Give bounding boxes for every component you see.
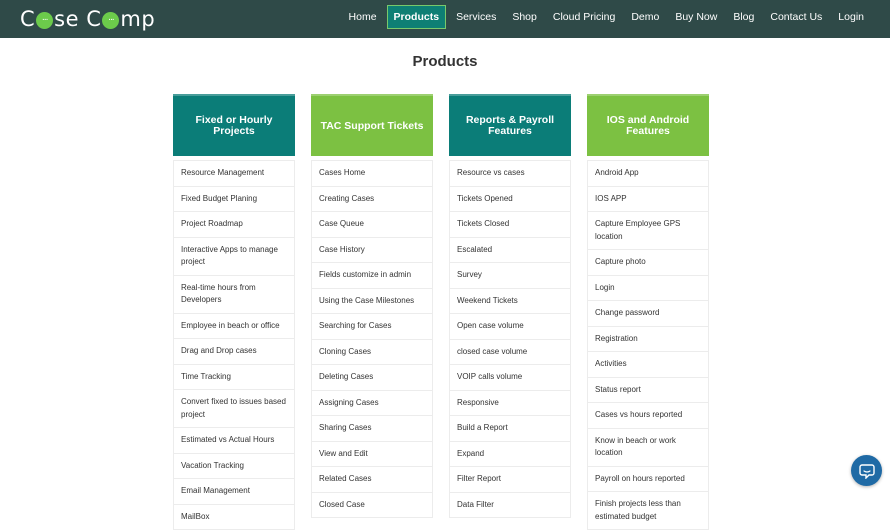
nav-item-demo[interactable]: Demo	[625, 6, 665, 28]
column-header[interactable]: Reports & Payroll Features	[449, 94, 571, 156]
feature-list: Android AppIOS APPCapture Employee GPS l…	[587, 160, 709, 530]
logo-text-middle: se C	[54, 7, 101, 31]
feature-item[interactable]: MailBox	[173, 505, 295, 530]
feature-item[interactable]: closed case volume	[449, 340, 571, 366]
column-header[interactable]: TAC Support Tickets	[311, 94, 433, 156]
nav-item-home[interactable]: Home	[343, 6, 383, 28]
feature-item[interactable]: Capture photo	[587, 250, 709, 276]
feature-item[interactable]: Registration	[587, 327, 709, 353]
column-header[interactable]: IOS and Android Features	[587, 94, 709, 156]
page-title: Products	[0, 53, 890, 70]
feature-item[interactable]: Android App	[587, 160, 709, 187]
feature-item[interactable]: Deleting Cases	[311, 365, 433, 391]
feature-item[interactable]: VOIP calls volume	[449, 365, 571, 391]
product-column: Reports & Payroll FeaturesResource vs ca…	[449, 94, 571, 530]
column-header[interactable]: Fixed or Hourly Projects	[173, 94, 295, 156]
feature-item[interactable]: Interactive Apps to manage project	[173, 238, 295, 276]
feature-list: Resource vs casesTickets OpenedTickets C…	[449, 160, 571, 518]
feature-item[interactable]: Assigning Cases	[311, 391, 433, 417]
feature-item[interactable]: Using the Case Milestones	[311, 289, 433, 315]
feature-item[interactable]: Cloning Cases	[311, 340, 433, 366]
feature-item[interactable]: Cases Home	[311, 160, 433, 187]
feature-item[interactable]: Build a Report	[449, 416, 571, 442]
feature-item[interactable]: Responsive	[449, 391, 571, 417]
nav-item-cloud-pricing[interactable]: Cloud Pricing	[547, 6, 621, 28]
logo-text-end: mp	[120, 7, 155, 31]
product-column: Fixed or Hourly ProjectsResource Managem…	[173, 94, 295, 530]
feature-item[interactable]: Cases vs hours reported	[587, 403, 709, 429]
feature-item[interactable]: Sharing Cases	[311, 416, 433, 442]
feature-item[interactable]: Fields customize in admin	[311, 263, 433, 289]
feature-item[interactable]: Activities	[587, 352, 709, 378]
nav-item-services[interactable]: Services	[450, 6, 502, 28]
feature-item[interactable]: Tickets Opened	[449, 187, 571, 213]
feature-item[interactable]: Expand	[449, 442, 571, 468]
feature-item[interactable]: Know in beach or work location	[587, 429, 709, 467]
product-column: IOS and Android FeaturesAndroid AppIOS A…	[587, 94, 709, 530]
feature-item[interactable]: Tickets Closed	[449, 212, 571, 238]
feature-item[interactable]: IOS APP	[587, 187, 709, 213]
feature-item[interactable]: Data Filter	[449, 493, 571, 519]
feature-item[interactable]: Weekend Tickets	[449, 289, 571, 315]
logo-bubble-icon: ...	[36, 12, 53, 29]
top-navbar: C ... se C ... mp HomeProductsServicesSh…	[0, 0, 890, 38]
nav-item-products[interactable]: Products	[387, 5, 447, 29]
nav-item-login[interactable]: Login	[832, 6, 870, 28]
chat-icon	[859, 463, 875, 479]
nav-item-shop[interactable]: Shop	[506, 6, 543, 28]
product-column: TAC Support TicketsCases HomeCreating Ca…	[311, 94, 433, 530]
feature-item[interactable]: Change password	[587, 301, 709, 327]
feature-item[interactable]: Survey	[449, 263, 571, 289]
feature-item[interactable]: Estimated vs Actual Hours	[173, 428, 295, 454]
feature-item[interactable]: Vacation Tracking	[173, 454, 295, 480]
feature-item[interactable]: View and Edit	[311, 442, 433, 468]
nav-item-buy-now[interactable]: Buy Now	[669, 6, 723, 28]
feature-item[interactable]: Convert fixed to issues based project	[173, 390, 295, 428]
feature-item[interactable]: Time Tracking	[173, 365, 295, 391]
feature-item[interactable]: Capture Employee GPS location	[587, 212, 709, 250]
feature-item[interactable]: Searching for Cases	[311, 314, 433, 340]
feature-item[interactable]: Escalated	[449, 238, 571, 264]
main-nav: HomeProductsServicesShopCloud PricingDem…	[339, 6, 870, 28]
feature-item[interactable]: Closed Case	[311, 493, 433, 519]
logo-bubble-icon: ...	[102, 12, 119, 29]
casecomp-logo[interactable]: C ... se C ... mp	[20, 6, 155, 32]
feature-item[interactable]: Resource Management	[173, 160, 295, 187]
nav-item-blog[interactable]: Blog	[727, 6, 760, 28]
feature-item[interactable]: Resource vs cases	[449, 160, 571, 187]
chat-button[interactable]	[851, 455, 882, 486]
feature-item[interactable]: Open case volume	[449, 314, 571, 340]
feature-item[interactable]: Real-time hours from Developers	[173, 276, 295, 314]
feature-item[interactable]: Payroll on hours reported	[587, 467, 709, 493]
feature-item[interactable]: Project Roadmap	[173, 212, 295, 238]
feature-item[interactable]: Login	[587, 276, 709, 302]
feature-item[interactable]: Finish projects less than estimated budg…	[587, 492, 709, 530]
feature-item[interactable]: Related Cases	[311, 467, 433, 493]
feature-item[interactable]: Creating Cases	[311, 187, 433, 213]
feature-item[interactable]: Employee in beach or office	[173, 314, 295, 340]
feature-item[interactable]: Drag and Drop cases	[173, 339, 295, 365]
feature-item[interactable]: Fixed Budget Planing	[173, 187, 295, 213]
feature-item[interactable]: Case Queue	[311, 212, 433, 238]
product-columns: Fixed or Hourly ProjectsResource Managem…	[173, 94, 709, 530]
feature-item[interactable]: Email Management	[173, 479, 295, 505]
feature-item[interactable]: Case History	[311, 238, 433, 264]
feature-item[interactable]: Filter Report	[449, 467, 571, 493]
logo-text-c: C	[20, 7, 35, 31]
feature-item[interactable]: Status report	[587, 378, 709, 404]
nav-item-contact-us[interactable]: Contact Us	[764, 6, 828, 28]
feature-list: Cases HomeCreating CasesCase QueueCase H…	[311, 160, 433, 518]
feature-list: Resource ManagementFixed Budget PlaningP…	[173, 160, 295, 530]
